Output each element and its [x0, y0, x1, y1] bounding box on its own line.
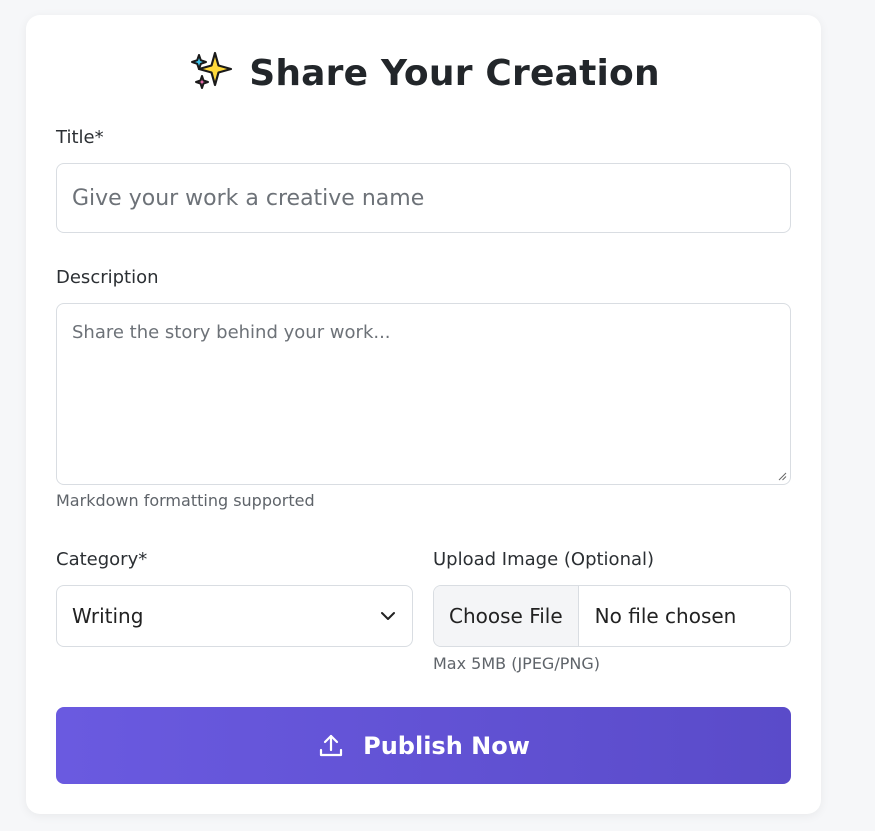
choose-file-button[interactable]: Choose File	[434, 586, 579, 646]
resize-handle-icon[interactable]	[777, 471, 787, 481]
upload-label: Upload Image (Optional)	[433, 549, 655, 570]
category-label: Category*	[56, 549, 148, 570]
category-select[interactable]: Writing	[56, 585, 413, 647]
title-input[interactable]	[57, 164, 790, 232]
page-title: Share Your Creation	[249, 52, 660, 94]
file-status-text: No file chosen	[594, 604, 737, 628]
sparkles-icon	[187, 47, 235, 99]
publish-button[interactable]: Publish Now	[56, 707, 791, 784]
form-header: Share Your Creation	[26, 47, 821, 99]
markdown-hint: Markdown formatting supported	[56, 491, 315, 510]
upload-hint: Max 5MB (JPEG/PNG)	[433, 654, 600, 673]
category-selected-value: Writing	[72, 604, 144, 628]
description-label: Description	[56, 267, 159, 288]
title-label: Title*	[56, 127, 104, 148]
description-textarea[interactable]	[57, 304, 790, 484]
upload-image-input[interactable]: Choose File No file chosen	[433, 585, 791, 647]
share-creation-card: Share Your Creation Title* Description M…	[26, 15, 821, 814]
upload-icon	[320, 734, 343, 756]
publish-button-label: Publish Now	[363, 731, 530, 760]
description-field-container	[56, 303, 791, 485]
chevron-down-icon	[381, 612, 395, 620]
title-field-container	[56, 163, 791, 233]
